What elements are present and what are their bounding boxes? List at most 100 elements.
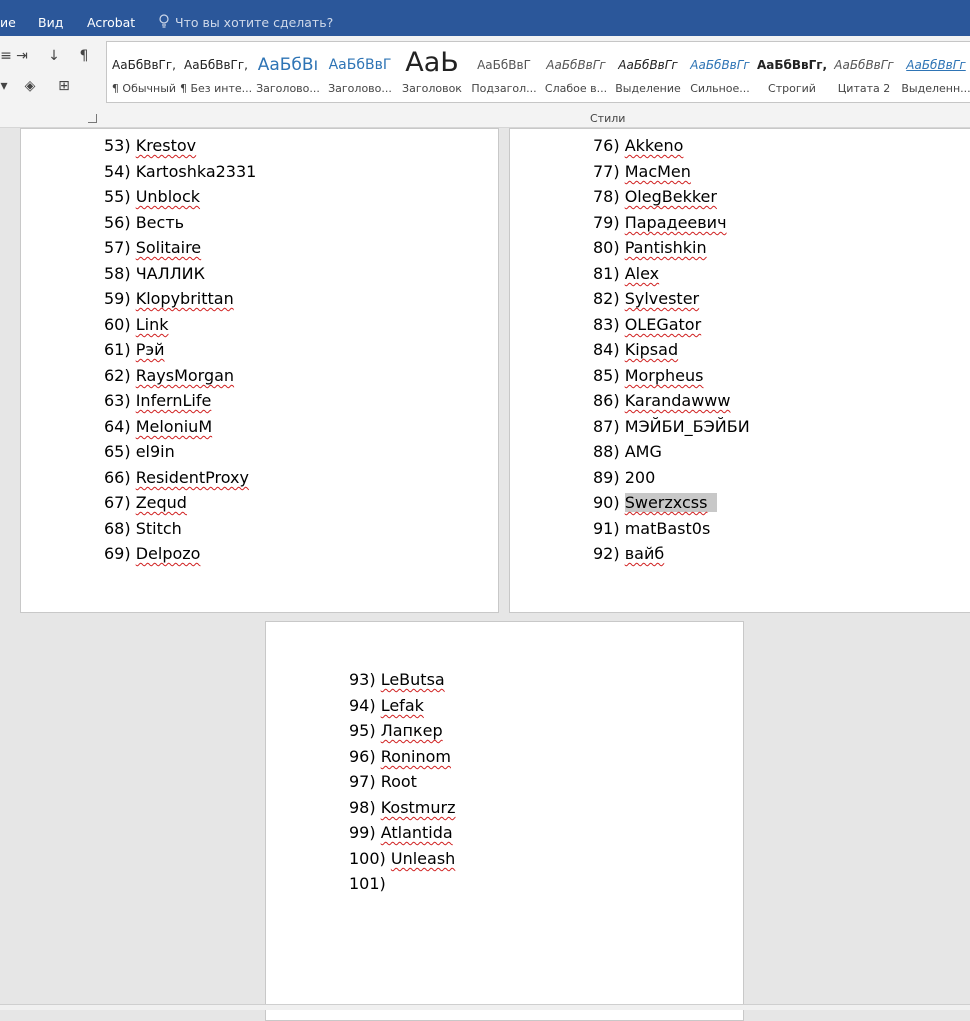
dropdown-icon[interactable]: ▾ (0, 76, 14, 96)
list-item[interactable]: 54) Kartoshka2331 (104, 161, 256, 183)
style-sample: АаЬ (405, 47, 459, 78)
style-name: Подзагол... (471, 82, 537, 95)
item-text: matBast0s (624, 519, 711, 538)
list-item[interactable]: 60) Link (104, 314, 168, 336)
list-item[interactable]: 86) Karandawww (593, 390, 730, 412)
list-item[interactable]: 89) 200 (593, 467, 655, 489)
style-name: Выделение (615, 82, 681, 95)
sort-icon[interactable]: ↓ (44, 46, 64, 66)
dialog-launcher-icon[interactable] (88, 114, 97, 123)
style-subtle-emphasis[interactable]: АаБбВвГг Слабое в... (540, 42, 612, 102)
list-item[interactable]: 83) OLEGator (593, 314, 701, 336)
list-item[interactable]: 101) (349, 873, 386, 895)
list-item[interactable]: 92) вайб (593, 543, 664, 565)
list-item[interactable]: 65) el9in (104, 441, 175, 463)
style-sample: АаБбВвГг (546, 58, 606, 72)
list-item[interactable]: 94) Lefak (349, 695, 424, 717)
style-name: Сильное... (690, 82, 750, 95)
list-item[interactable]: 91) matBast0s (593, 518, 710, 540)
item-text: Karandawww (624, 391, 731, 410)
shading-icon[interactable]: ◈ (20, 76, 40, 96)
list-item[interactable]: 69) Delpozo (104, 543, 200, 565)
list-item[interactable]: 85) Morpheus (593, 365, 704, 387)
document-page[interactable]: 93) LeButsa 94) Lefak 95) Лапкер 96) Ron… (265, 621, 744, 1021)
item-text: Root (380, 772, 417, 791)
list-item[interactable]: 53) Krestov (104, 135, 196, 157)
item-number: 100) (349, 849, 386, 868)
style-title[interactable]: АаЬ Заголовок (396, 42, 468, 102)
item-number: 84) (593, 340, 620, 359)
tell-me-search[interactable]: Что вы хотите сделать? (175, 15, 333, 30)
list-item[interactable]: 57) Solitaire (104, 237, 201, 259)
style-heading-2[interactable]: АаБбВвГ Заголово... (324, 42, 396, 102)
list-item[interactable]: 67) Zequd (104, 492, 187, 514)
item-text: Stitch (135, 519, 182, 538)
list-item[interactable]: 55) Unblock (104, 186, 200, 208)
item-text: ЧАЛЛИК (135, 264, 206, 283)
style-no-spacing[interactable]: АаБбВвГг, ¶ Без инте... (180, 42, 252, 102)
list-item[interactable]: 93) LeButsa (349, 669, 445, 691)
list-item[interactable]: 79) Парадеевич (593, 212, 727, 234)
item-number: 57) (104, 238, 131, 257)
list-item[interactable]: 64) MeloniuM (104, 416, 212, 438)
item-number: 64) (104, 417, 131, 436)
list-item[interactable]: 100) Unleash (349, 848, 455, 870)
item-text: Unblock (135, 187, 201, 206)
item-number: 78) (593, 187, 620, 206)
list-item[interactable]: 76) Akkeno (593, 135, 683, 157)
tab-home-partial[interactable]: ие (0, 15, 16, 30)
style-subtitle[interactable]: АаБбВвГ Подзагол... (468, 42, 540, 102)
list-item[interactable]: 99) Atlantida (349, 822, 453, 844)
list-item[interactable]: 77) MacMen (593, 161, 691, 183)
style-intense-emphasis[interactable]: АаБбВвГг Сильное... (684, 42, 756, 102)
item-text: Swerzxcss (624, 493, 718, 512)
item-number: 87) (593, 417, 620, 436)
list-item[interactable]: 80) Pantishkin (593, 237, 707, 259)
list-item[interactable]: 95) Лапкер (349, 720, 443, 742)
style-name: Строгий (768, 82, 816, 95)
list-item[interactable]: 88) AMG (593, 441, 662, 463)
item-text: Kipsad (624, 340, 679, 359)
style-normal[interactable]: АаБбВвГг, ¶ Обычный (108, 42, 180, 102)
item-text: Solitaire (135, 238, 202, 257)
document-page[interactable]: 53) Krestov 54) Kartoshka2331 55) Unbloc… (20, 128, 499, 613)
list-item[interactable]: 81) Alex (593, 263, 659, 285)
borders-icon[interactable]: ⊞ (54, 76, 74, 96)
item-number: 58) (104, 264, 131, 283)
pilcrow-icon[interactable]: ¶ (74, 46, 94, 66)
style-heading-1[interactable]: АаБбВı Заголово... (252, 42, 324, 102)
list-item[interactable]: 96) Roninom (349, 746, 451, 768)
list-item[interactable]: 98) Kostmurz (349, 797, 456, 819)
increase-indent-icon[interactable]: ⇥ (12, 46, 32, 66)
tab-view[interactable]: Вид (38, 15, 63, 30)
document-page[interactable]: 76) Akkeno 77) MacMen 78) OlegBekker 79)… (509, 128, 970, 613)
list-item[interactable]: 62) RaysMorgan (104, 365, 234, 387)
list-item[interactable]: 56) Весть (104, 212, 184, 234)
item-text: Krestov (135, 136, 197, 155)
style-sample: АаБбВвГг, (756, 58, 828, 72)
list-item[interactable]: 78) OlegBekker (593, 186, 717, 208)
style-quote-2[interactable]: АаБбВвГг Цитата 2 (828, 42, 900, 102)
list-item[interactable]: 61) Рэй (104, 339, 165, 361)
list-item[interactable]: 66) ResidentProxy (104, 467, 249, 489)
item-text: МЭЙБИ_БЭЙБИ (624, 417, 750, 436)
style-strong[interactable]: АаБбВвГг, Строгий (756, 42, 828, 102)
item-text: Kartoshka2331 (135, 162, 257, 181)
list-item-selected[interactable]: 90) Swerzxcss (593, 492, 718, 514)
list-item[interactable]: 58) ЧАЛЛИК (104, 263, 205, 285)
list-item[interactable]: 59) Klopybrittan (104, 288, 234, 310)
list-item[interactable]: 63) InfernLife (104, 390, 211, 412)
ribbon-tab-bar: ие Вид Acrobat Что вы хотите сделать? (0, 0, 970, 36)
list-item[interactable]: 68) Stitch (104, 518, 182, 540)
list-item[interactable]: 97) Root (349, 771, 417, 793)
list-item[interactable]: 84) Kipsad (593, 339, 678, 361)
item-number: 67) (104, 493, 131, 512)
tab-acrobat[interactable]: Acrobat (87, 15, 135, 30)
list-item[interactable]: 82) Sylvester (593, 288, 699, 310)
item-number: 60) (104, 315, 131, 334)
list-item[interactable]: 87) МЭЙБИ_БЭЙБИ (593, 416, 750, 438)
style-name: Заголово... (328, 82, 392, 95)
item-number: 63) (104, 391, 131, 410)
style-emphasis[interactable]: АаБбВвГг Выделение (612, 42, 684, 102)
style-intense-quote[interactable]: АаБбВвГг Выделенн... (900, 42, 970, 102)
